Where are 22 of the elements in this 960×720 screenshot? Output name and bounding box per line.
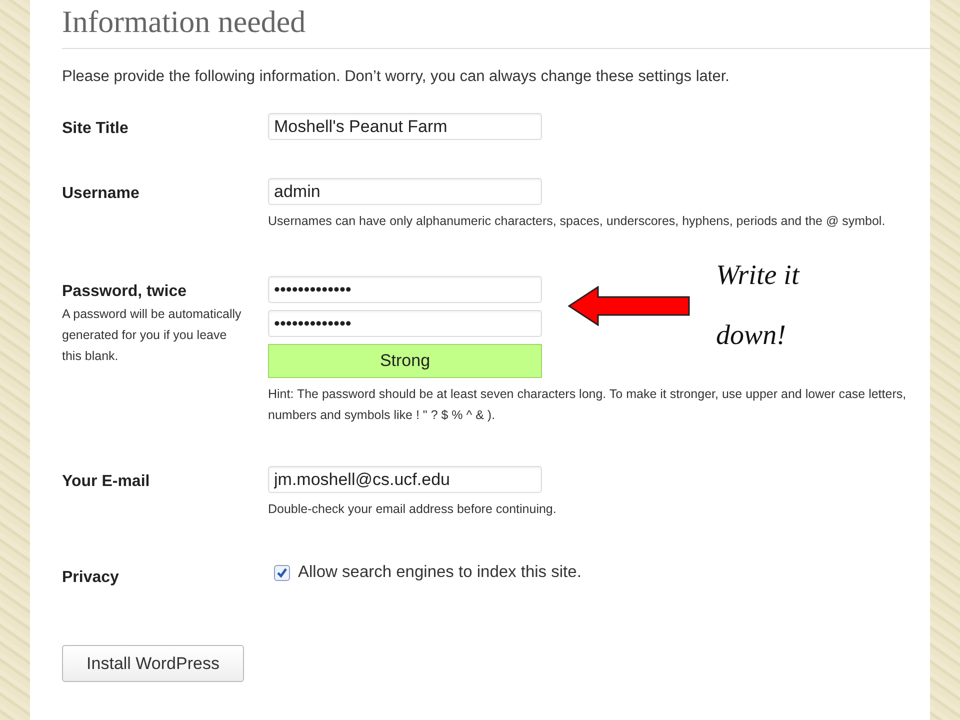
field-label: Password, twice bbox=[62, 282, 188, 301]
field-hint: Hint: The password should be at least seven characters long. To make it stronger, use upper and lower case letters, numbers and symbols like ! " ? $ % ^ & ). bbox=[268, 386, 908, 424]
annotation-text: down! bbox=[716, 319, 787, 353]
strength-meter: Strong bbox=[268, 344, 542, 378]
intro-text: Please provide the following information. Don’t worry, you can always change these settings later. bbox=[62, 68, 730, 86]
field-label: Your E-mail bbox=[62, 472, 151, 491]
username-field[interactable]: admin bbox=[268, 178, 542, 205]
install-button[interactable]: Install WordPress bbox=[62, 645, 244, 682]
site-title-field[interactable]: Moshell's Peanut Farm bbox=[268, 113, 542, 140]
password-note: A password will be automatically generated for you if you leave this blank. bbox=[62, 306, 242, 365]
checkbox[interactable] bbox=[274, 564, 290, 580]
field-label: Username bbox=[62, 184, 140, 203]
field-hint: Usernames can have only alphanumeric characters, spaces, underscores, hyphens, periods and the @ symbol. bbox=[268, 213, 886, 230]
field-label: Privacy bbox=[62, 568, 120, 587]
field-hint: Double-check your email address before continuing. bbox=[268, 501, 558, 518]
annotation-text: Write it bbox=[716, 259, 800, 293]
arrow-icon bbox=[568, 286, 690, 326]
checkbox-label: Allow search engines to index this site. bbox=[298, 563, 582, 582]
field-label: Site Title bbox=[62, 119, 130, 138]
password-field[interactable]: ••••••••••••• bbox=[268, 276, 542, 303]
password-field[interactable]: ••••••••••••• bbox=[268, 310, 542, 337]
page-heading: Information needed bbox=[62, 4, 930, 49]
